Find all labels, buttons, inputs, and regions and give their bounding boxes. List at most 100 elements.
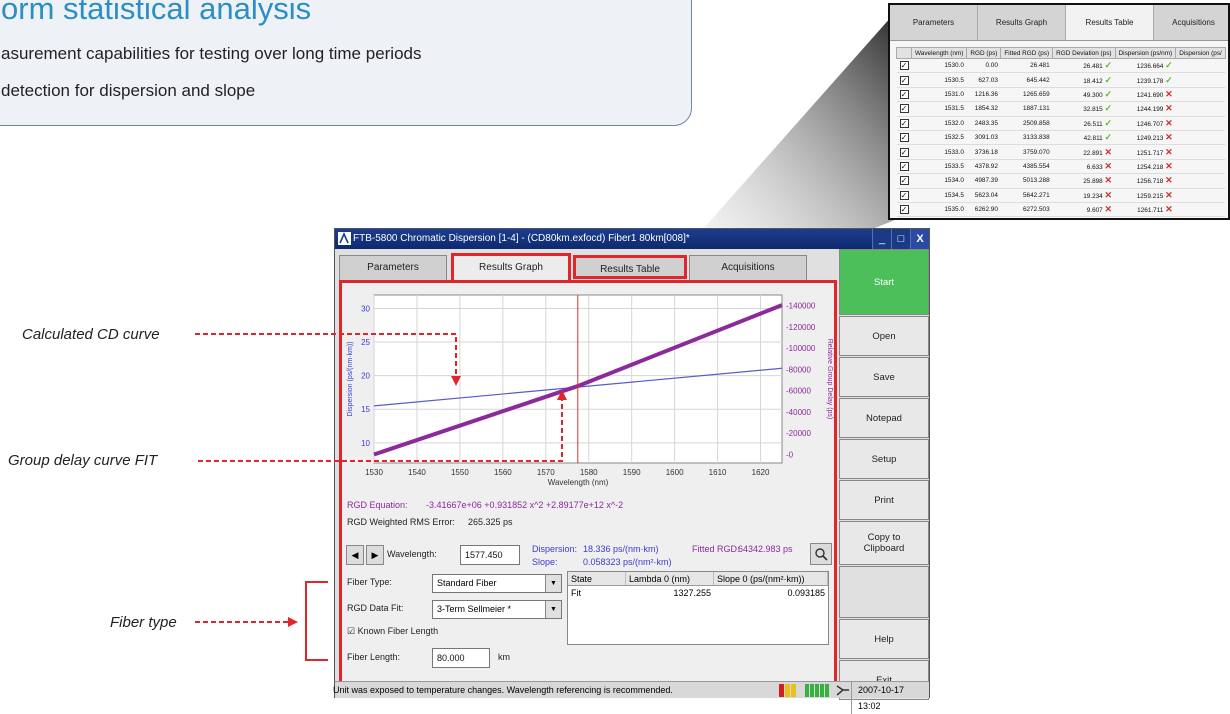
row-checkbox-cell[interactable]: ✓ [896, 144, 912, 160]
cell-rgd-deviation: 18.412 ✓ [1052, 72, 1116, 88]
next-wavelength-button[interactable]: ▶ [366, 545, 384, 565]
cell-dispersion-2 [1175, 159, 1226, 175]
cell-rgd: 0.00 [966, 58, 1001, 74]
x-tick-label: 1550 [451, 468, 469, 477]
tab-results-graph[interactable]: Results Graph [451, 253, 571, 281]
print-button[interactable]: Print [839, 480, 929, 520]
rgd-equation-value: -3.41667e+06 +0.931852 x^2 +2.89177e+12 … [426, 500, 624, 510]
results-table-zoom: Parameters Results Graph Results Table A… [888, 3, 1230, 220]
cell-fitted-rgd: 6272.503 [1000, 202, 1053, 218]
callout-cd-curve: Calculated CD curve [22, 326, 160, 343]
y-right-tick-label: -140000 [786, 302, 816, 311]
callout-gd-curve: Group delay curve FIT [8, 452, 158, 469]
x-tick-label: 1610 [709, 468, 727, 477]
pass-check-icon: ✓ [1104, 74, 1113, 85]
tab-acquisitions[interactable]: Acquisitions [689, 255, 807, 281]
cell-wavelength: 1535.0 [911, 202, 967, 218]
close-button[interactable]: X [910, 229, 929, 249]
rgd-fit-select[interactable]: 3-Term Sellmeier * ▼ [432, 600, 562, 619]
cell-dispersion-2 [1175, 116, 1226, 131]
fail-cross-icon: ✕ [1165, 132, 1173, 143]
minimize-button[interactable]: _ [872, 229, 891, 249]
cell-dispersion-2 [1175, 144, 1226, 160]
fail-cross-icon: ✕ [1165, 189, 1173, 200]
app-icon [338, 232, 351, 245]
tab-results-table[interactable]: Results Table [573, 255, 687, 279]
cell-wavelength: 1534.0 [911, 173, 967, 189]
cell-rgd-deviation: 26.481 ✓ [1052, 58, 1116, 74]
callout-fiber-type: Fiber type [110, 614, 177, 631]
fail-cross-icon: ✕ [1104, 160, 1113, 171]
fit-cell-slope0: 0.093185 [787, 588, 825, 598]
x-tick-label: 1530 [365, 468, 383, 477]
y-left-tick-label: 20 [361, 372, 370, 381]
row-checkbox-cell[interactable]: ✓ [896, 87, 912, 103]
inset-tab-results-table: Results Table [1066, 5, 1154, 40]
checkbox-checked-icon: ☑ [347, 626, 356, 636]
pass-check-icon: ✓ [1104, 60, 1113, 71]
status-message: Unit was exposed to temperature changes.… [333, 685, 673, 695]
start-button[interactable]: Start [839, 249, 929, 315]
zoom-button[interactable] [810, 543, 832, 565]
window-titlebar: FTB-5800 Chromatic Dispersion [1-4] - (C… [335, 229, 929, 249]
table-row: ✓ 1533.0 3736.18 3759.070 22.891 ✕ 1251.717 ✕ [896, 144, 1226, 160]
cell-rgd-deviation: 42.811 ✓ [1052, 130, 1116, 146]
maximize-button[interactable]: □ [891, 229, 910, 249]
fit-cell-lambda0: 1327.255 [673, 588, 711, 598]
action-sidebar: Start Open Save Notepad Setup Print Copy… [839, 249, 929, 700]
notepad-button[interactable]: Notepad [839, 398, 929, 438]
cell-wavelength: 1531.0 [911, 87, 967, 103]
cell-wavelength: 1531.5 [911, 101, 967, 117]
cell-rgd-deviation: 6.633 ✕ [1052, 159, 1116, 175]
save-button[interactable]: Save [839, 357, 929, 397]
checkbox-checked-icon: ✓ [899, 89, 909, 99]
fail-cross-icon: ✕ [1165, 204, 1173, 215]
checkbox-checked-icon: ✓ [899, 75, 909, 85]
table-row: ✓ 1534.5 5623.04 5642.271 19.234 ✕ 1259.215 ✕ [896, 188, 1226, 203]
cell-dispersion-2 [1175, 173, 1226, 189]
wavelength-label: Wavelength: [387, 549, 437, 559]
open-button[interactable]: Open [839, 316, 929, 356]
prev-wavelength-button[interactable]: ◀ [346, 545, 364, 565]
fit-col-state: State [568, 572, 626, 585]
cd-graph[interactable]: 1530 1540 1550 1560 1570 1580 1590 1600 1610 1620… [342, 283, 834, 497]
row-checkbox-cell[interactable]: ✓ [896, 159, 912, 175]
setup-button[interactable]: Setup [839, 439, 929, 479]
cell-dispersion-2 [1175, 87, 1226, 103]
fail-cross-icon: ✕ [1165, 117, 1173, 128]
cell-fitted-rgd: 26.481 [1000, 58, 1053, 74]
cell-rgd-deviation: 25.898 ✕ [1052, 173, 1116, 189]
inset-col-fitted-rgd: Fitted RGD (ps) [1000, 47, 1054, 59]
row-checkbox-cell[interactable]: ✓ [896, 101, 912, 117]
cell-dispersion-2 [1175, 101, 1226, 117]
row-checkbox-cell[interactable]: ✓ [896, 173, 912, 189]
cell-rgd: 627.03 [966, 72, 1001, 88]
fail-cross-icon: ✕ [1165, 146, 1173, 157]
checkbox-checked-icon: ✓ [899, 104, 909, 114]
help-button[interactable]: Help [839, 619, 929, 659]
row-checkbox-cell[interactable]: ✓ [896, 58, 912, 74]
row-checkbox-cell[interactable]: ✓ [896, 188, 912, 203]
row-checkbox-cell[interactable]: ✓ [896, 116, 912, 131]
cell-fitted-rgd: 5013.288 [1000, 173, 1053, 189]
fiber-type-select[interactable]: Standard Fiber ▼ [432, 574, 562, 593]
fiber-length-input[interactable]: 80.000 [432, 648, 490, 668]
wavelength-input[interactable]: 1577.450 [460, 545, 520, 565]
inset-tab-bar: Parameters Results Graph Results Table A… [890, 5, 1228, 41]
rgd-equation-label: RGD Equation: [347, 500, 408, 510]
y-left-tick-label: 30 [361, 304, 370, 313]
inset-col-wavelength: Wavelength (nm) [910, 47, 968, 59]
row-checkbox-cell[interactable]: ✓ [896, 130, 912, 146]
cell-dispersion: 1244.199 ✕ [1115, 101, 1176, 117]
dispersion-value: 18.336 ps/(nm·km) [583, 544, 659, 554]
fiber-length-unit: km [498, 652, 510, 662]
cell-dispersion: 1236.664 ✓ [1115, 58, 1176, 74]
x-tick-label: 1540 [408, 468, 426, 477]
known-length-checkbox[interactable]: ☑ Known Fiber Length [347, 626, 438, 637]
row-checkbox-cell[interactable]: ✓ [896, 72, 912, 88]
x-tick-label: 1590 [623, 468, 641, 477]
cell-dispersion: 1239.178 ✓ [1115, 72, 1176, 88]
copy-to-clipboard-button[interactable]: Copy to Clipboard [839, 521, 929, 565]
row-checkbox-cell[interactable]: ✓ [896, 202, 912, 218]
tab-parameters[interactable]: Parameters [339, 255, 447, 281]
